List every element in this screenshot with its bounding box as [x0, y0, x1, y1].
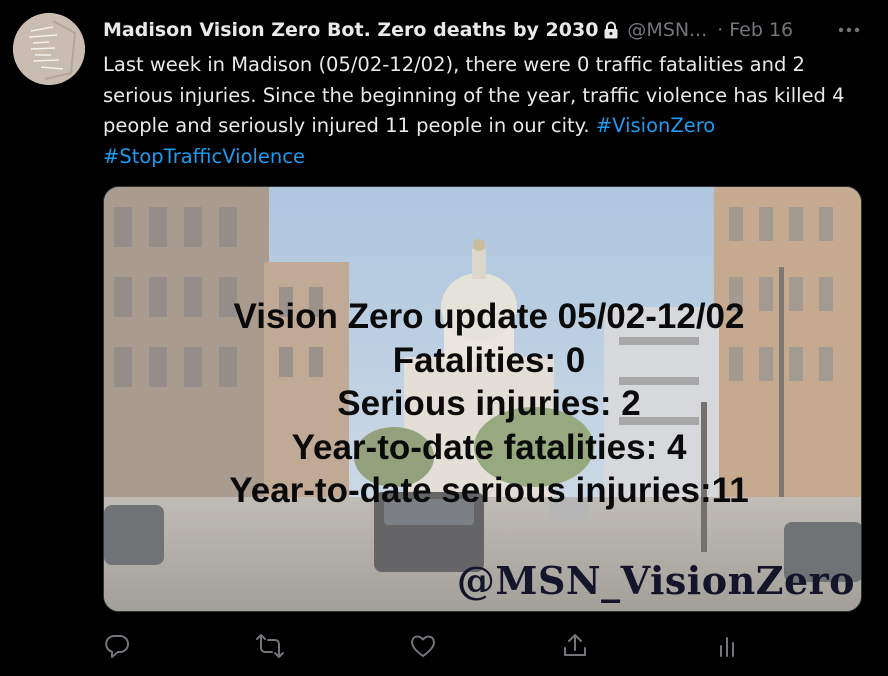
tweet-date[interactable]: Feb 16: [729, 19, 793, 41]
hashtag-visionzero[interactable]: #VisionZero: [596, 114, 715, 137]
ytd-serious-injuries-line: Year-to-date serious injuries:11: [229, 471, 749, 510]
serious-injuries-line: Serious injuries: 2: [337, 384, 641, 423]
avatar[interactable]: [13, 13, 85, 85]
tweet-image[interactable]: Vision Zero update 05/02-12/02 Fatalitie…: [103, 186, 862, 612]
image-watermark: @MSN_VisionZero: [456, 558, 855, 603]
like-icon[interactable]: [409, 632, 439, 662]
action-bar: [103, 632, 743, 664]
lock-icon: [601, 20, 621, 40]
more-options-icon[interactable]: [836, 20, 862, 40]
retweet-icon[interactable]: [255, 632, 285, 662]
ytd-fatalities-line: Year-to-date fatalities: 4: [291, 427, 687, 467]
tweet-body-text: Last week in Madison (05/02-12/02), ther…: [103, 53, 845, 137]
user-handle[interactable]: @MSN...: [627, 19, 707, 41]
separator-dot: ·: [717, 19, 724, 41]
fatalities-line: Fatalities: 0: [392, 340, 586, 380]
tweet-header: Madison Vision Zero Bot. Zero deaths by …: [103, 16, 873, 44]
share-icon[interactable]: [561, 632, 591, 662]
update-text-block: Vision Zero update 05/02-12/02 Fatalitie…: [104, 295, 861, 513]
reply-icon[interactable]: [103, 632, 133, 662]
update-title: Vision Zero update 05/02-12/02: [233, 297, 745, 336]
display-name[interactable]: Madison Vision Zero Bot. Zero deaths by …: [103, 19, 598, 41]
tweet-text: Last week in Madison (05/02-12/02), ther…: [103, 50, 868, 172]
hashtag-stoptrafficviolence[interactable]: #StopTrafficViolence: [103, 145, 305, 168]
avatar-photo: [13, 13, 85, 85]
analytics-icon[interactable]: [713, 632, 743, 662]
